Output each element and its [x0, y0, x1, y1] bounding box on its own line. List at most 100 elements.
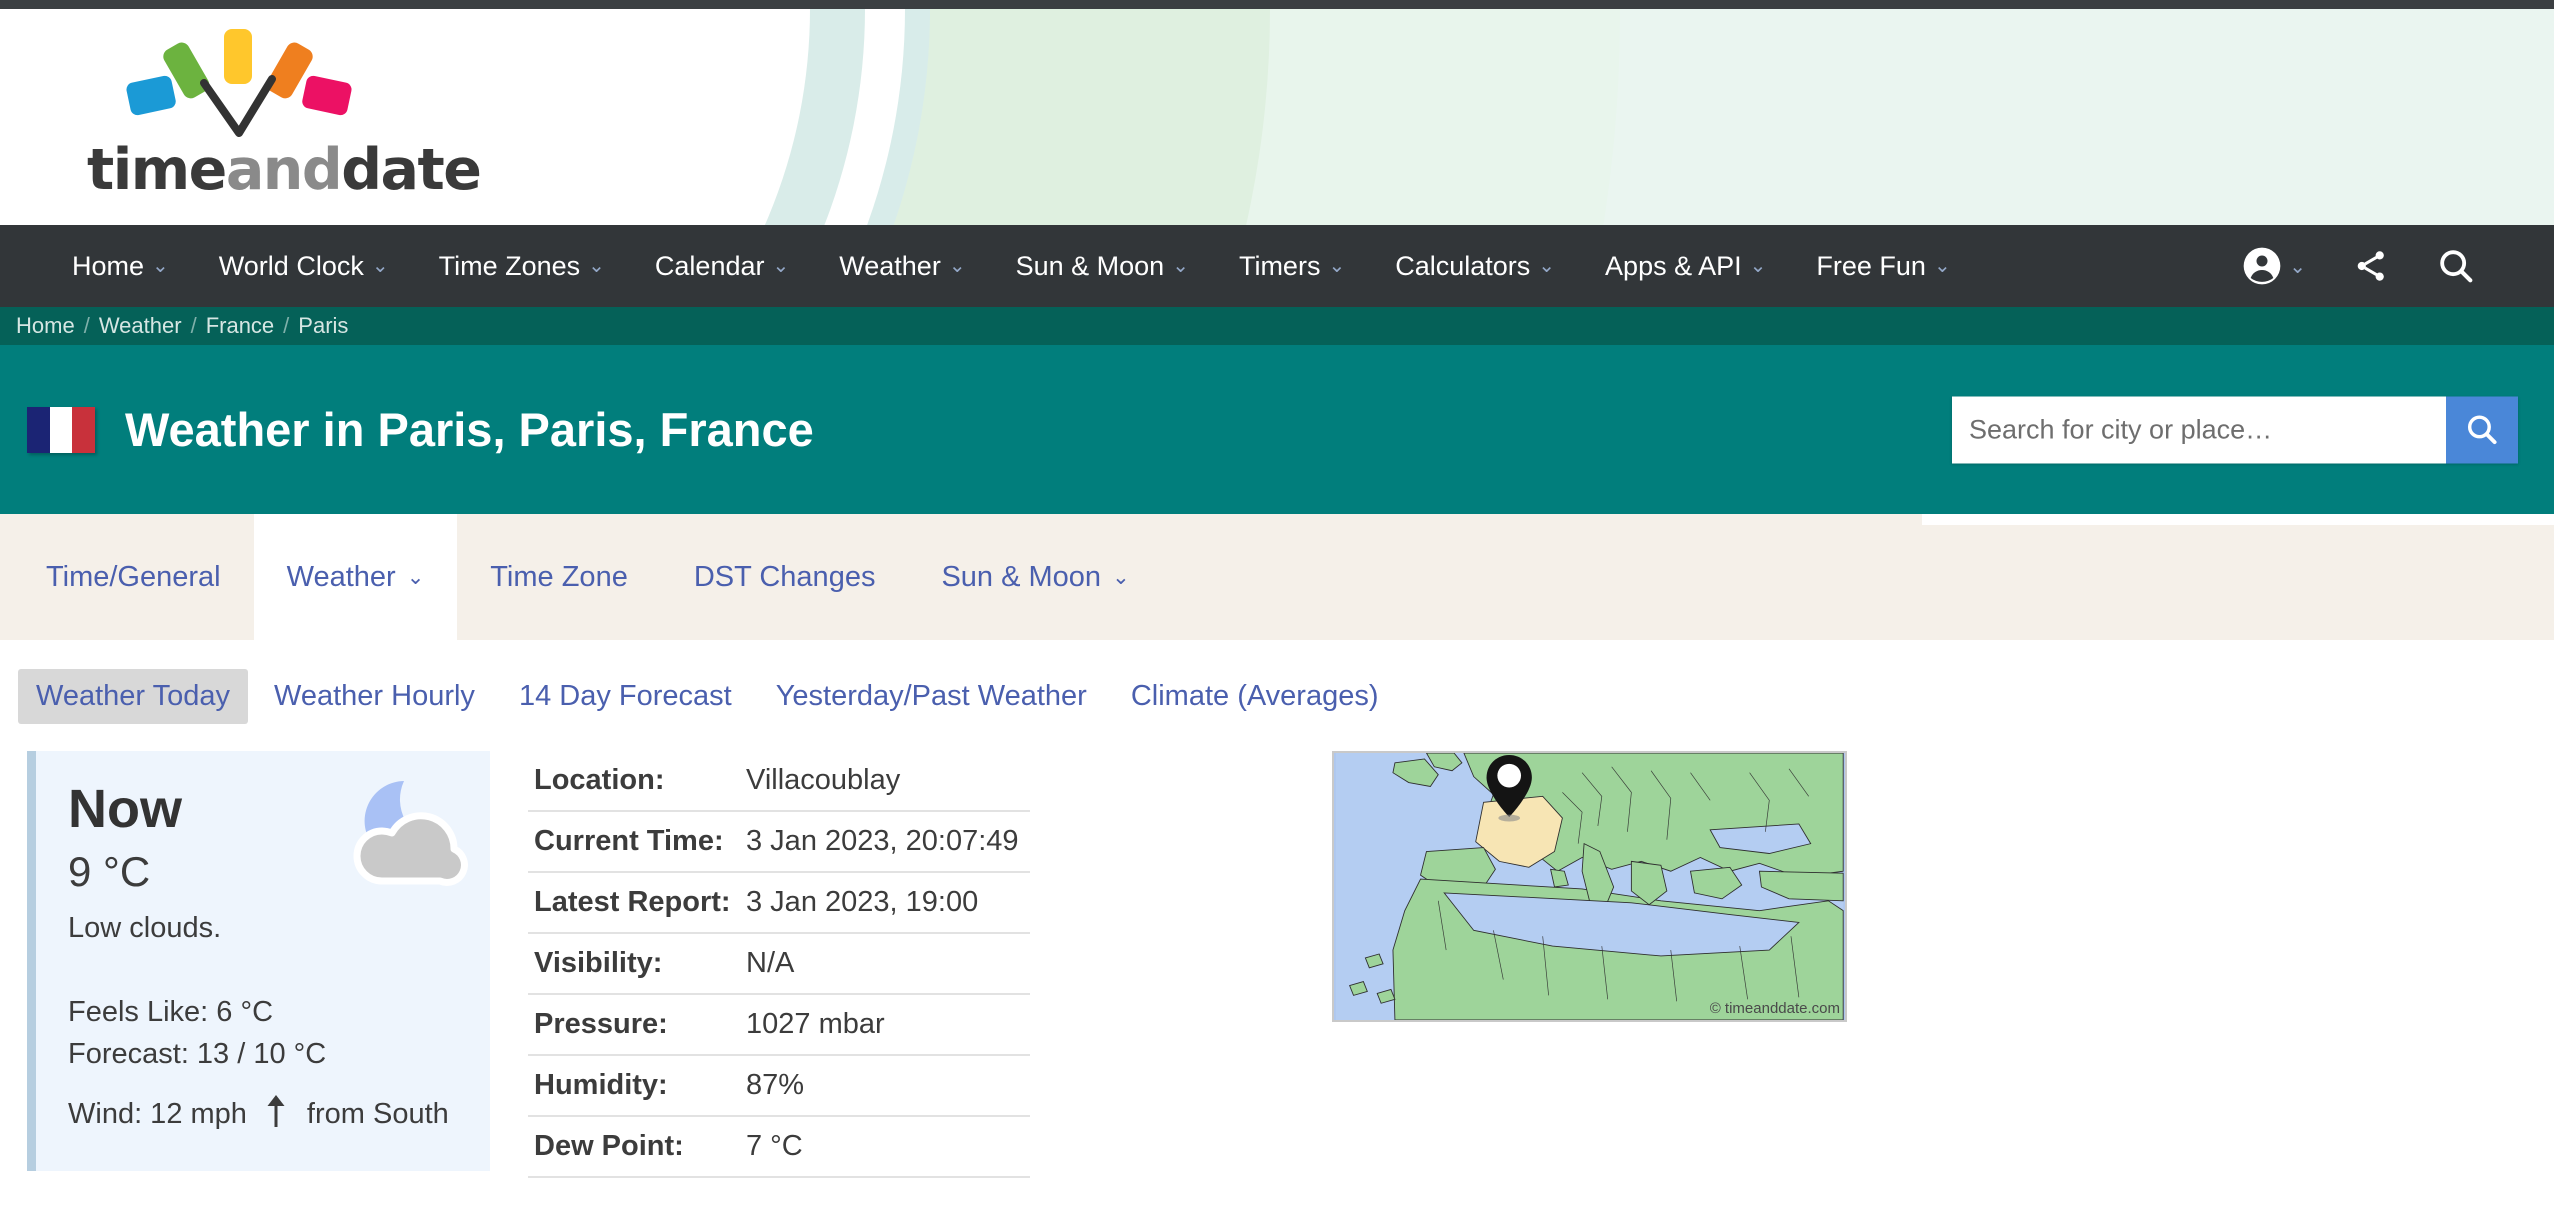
current-weather-card: Now 9 °C Low clouds. Feels Like: 6 °C Fo… — [27, 751, 490, 1171]
now-wind: Wind: 12 mph from South — [68, 1093, 460, 1137]
breadcrumb-item-france[interactable]: France — [206, 313, 274, 339]
nav-label: Free Fun — [1816, 250, 1926, 281]
subtab-weather-hourly[interactable]: Weather Hourly — [256, 669, 493, 724]
detail-label-visibility: Visibility: — [528, 933, 740, 995]
detail-label-location: Location: — [528, 751, 740, 812]
subtab-label: Yesterday/Past Weather — [775, 680, 1087, 712]
chevron-down-icon: ⌄ — [371, 255, 389, 277]
breadcrumb-separator: / — [83, 313, 90, 338]
detail-label-latest-report: Latest Report: — [528, 872, 740, 934]
chevron-down-icon: ⌄ — [1328, 255, 1346, 277]
nav-icon-group: ⌄ — [2242, 246, 2476, 286]
nav-item-calculators[interactable]: Calculators ⌄ — [1395, 251, 1555, 282]
subtab-label: Weather Hourly — [274, 680, 475, 712]
logo-word-date: date — [341, 137, 482, 203]
detail-value-current-time: 3 Jan 2023, 20:07:49 — [740, 811, 1030, 873]
masthead: timeanddate — [0, 9, 2554, 225]
table-row: Latest Report: 3 Jan 2023, 19:00 — [528, 872, 1030, 934]
share-button[interactable] — [2352, 247, 2390, 285]
nav-item-home[interactable]: Home ⌄ — [72, 251, 169, 282]
site-logo[interactable]: timeanddate — [70, 19, 550, 219]
nav-item-world-clock[interactable]: World Clock ⌄ — [219, 251, 389, 282]
tab-time-general[interactable]: Time/General — [0, 514, 254, 640]
detail-label-dew-point: Dew Point: — [528, 1116, 740, 1178]
detail-label-humidity: Humidity: — [528, 1055, 740, 1117]
subtab-weather-today[interactable]: Weather Today — [18, 669, 248, 724]
weather-details-table: Location: Villacoublay Current Time: 3 J… — [528, 751, 1030, 1178]
tab-sun-moon[interactable]: Sun & Moon ⌄ — [908, 514, 1162, 640]
table-row: Humidity: 87% — [528, 1055, 1030, 1117]
detail-label-pressure: Pressure: — [528, 994, 740, 1056]
moon-behind-cloud-icon — [353, 781, 468, 886]
chevron-down-icon: ⌄ — [588, 255, 605, 277]
now-forecast: Forecast: 13 / 10 °C — [68, 1037, 327, 1070]
subtab-label: Climate (Averages) — [1130, 680, 1379, 712]
timeanddate-logo-icon — [126, 29, 352, 137]
subtab-label: 14 Day Forecast — [518, 680, 732, 712]
browser-chrome-strip — [0, 0, 2554, 9]
chevron-down-icon: ⌄ — [1172, 255, 1189, 277]
account-menu[interactable]: ⌄ — [2242, 246, 2306, 286]
search-submit-button[interactable] — [2446, 396, 2518, 463]
logo-word-and: and — [225, 137, 343, 203]
tab-weather[interactable]: Weather ⌄ — [253, 514, 458, 640]
subtab-climate-averages[interactable]: Climate (Averages) — [1113, 669, 1397, 724]
table-row: Current Time: 3 Jan 2023, 20:07:49 — [528, 811, 1030, 873]
tab-label: Time/General — [46, 560, 221, 593]
nav-item-time-zones[interactable]: Time Zones ⌄ — [439, 251, 605, 282]
chevron-down-icon: ⌄ — [2289, 255, 2306, 278]
search-toggle[interactable] — [2436, 246, 2476, 286]
table-row: Location: Villacoublay — [528, 751, 1030, 812]
detail-value-dew-point: 7 °C — [740, 1116, 1030, 1178]
breadcrumb-separator: / — [190, 313, 197, 338]
breadcrumb: Home / Weather / France / Paris — [0, 307, 2554, 345]
tab-bar-right-filler — [1922, 514, 2554, 525]
tab-label: Weather — [286, 560, 396, 593]
nav-item-timers[interactable]: Timers ⌄ — [1239, 251, 1345, 282]
detail-value-humidity: 87% — [740, 1055, 1030, 1117]
tab-time-zone[interactable]: Time Zone — [457, 514, 661, 640]
now-feels-like: Feels Like: 6 °C — [68, 995, 274, 1028]
nav-item-sun-moon[interactable]: Sun & Moon ⌄ — [1016, 251, 1189, 282]
map-credit: © timeanddate.com — [1709, 1000, 1840, 1017]
detail-value-location: Villacoublay — [740, 751, 1030, 812]
nav-label: Weather — [839, 250, 941, 281]
main-navigation: Home ⌄ World Clock ⌄ Time Zones ⌄ Calend… — [0, 225, 2554, 307]
table-row: Visibility: N/A — [528, 933, 1030, 995]
nav-label: Calculators — [1395, 250, 1531, 281]
logo-wordmark: timeanddate — [87, 137, 482, 203]
account-icon — [2243, 247, 2281, 285]
nav-item-apps-api[interactable]: Apps & API ⌄ — [1605, 251, 1766, 282]
detail-value-visibility: N/A — [740, 933, 1030, 995]
tab-dst-changes[interactable]: DST Changes — [661, 514, 909, 640]
location-map[interactable]: © timeanddate.com — [1332, 751, 1847, 1022]
weather-panels: Now 9 °C Low clouds. Feels Like: 6 °C Fo… — [0, 724, 2554, 1178]
nav-item-calendar[interactable]: Calendar ⌄ — [655, 251, 789, 282]
search-input[interactable] — [1952, 396, 2446, 463]
breadcrumb-item-weather[interactable]: Weather — [99, 313, 182, 339]
search-icon — [2440, 250, 2473, 283]
nav-item-weather[interactable]: Weather ⌄ — [839, 251, 965, 282]
share-icon — [2357, 251, 2384, 281]
page-title: Weather in Paris, Paris, France — [125, 403, 814, 456]
nav-label: World Clock — [218, 250, 364, 281]
page-header: Weather in Paris, Paris, France — [0, 345, 2554, 514]
breadcrumb-item-paris[interactable]: Paris — [298, 313, 348, 339]
breadcrumb-separator: / — [283, 313, 290, 338]
nav-label: Calendar — [654, 250, 765, 281]
nav-item-free-fun[interactable]: Free Fun ⌄ — [1816, 251, 1950, 282]
wind-direction-arrow-icon — [263, 1093, 289, 1137]
table-row: Dew Point: 7 °C — [528, 1116, 1030, 1178]
nav-label: Home — [72, 250, 145, 281]
subtab-yesterday-past-weather[interactable]: Yesterday/Past Weather — [758, 669, 1105, 724]
search-box — [1952, 396, 2518, 463]
subtab-14-day-forecast[interactable]: 14 Day Forecast — [501, 669, 750, 724]
now-description: Low clouds. — [68, 911, 222, 944]
now-wind-direction: from South — [306, 1098, 449, 1131]
detail-value-latest-report: 3 Jan 2023, 19:00 — [740, 872, 1030, 934]
breadcrumb-item-home[interactable]: Home — [16, 313, 75, 339]
chevron-down-icon: ⌄ — [772, 255, 790, 277]
chevron-down-icon: ⌄ — [1538, 255, 1556, 277]
chevron-down-icon: ⌄ — [948, 255, 966, 277]
tab-label: DST Changes — [693, 560, 876, 593]
